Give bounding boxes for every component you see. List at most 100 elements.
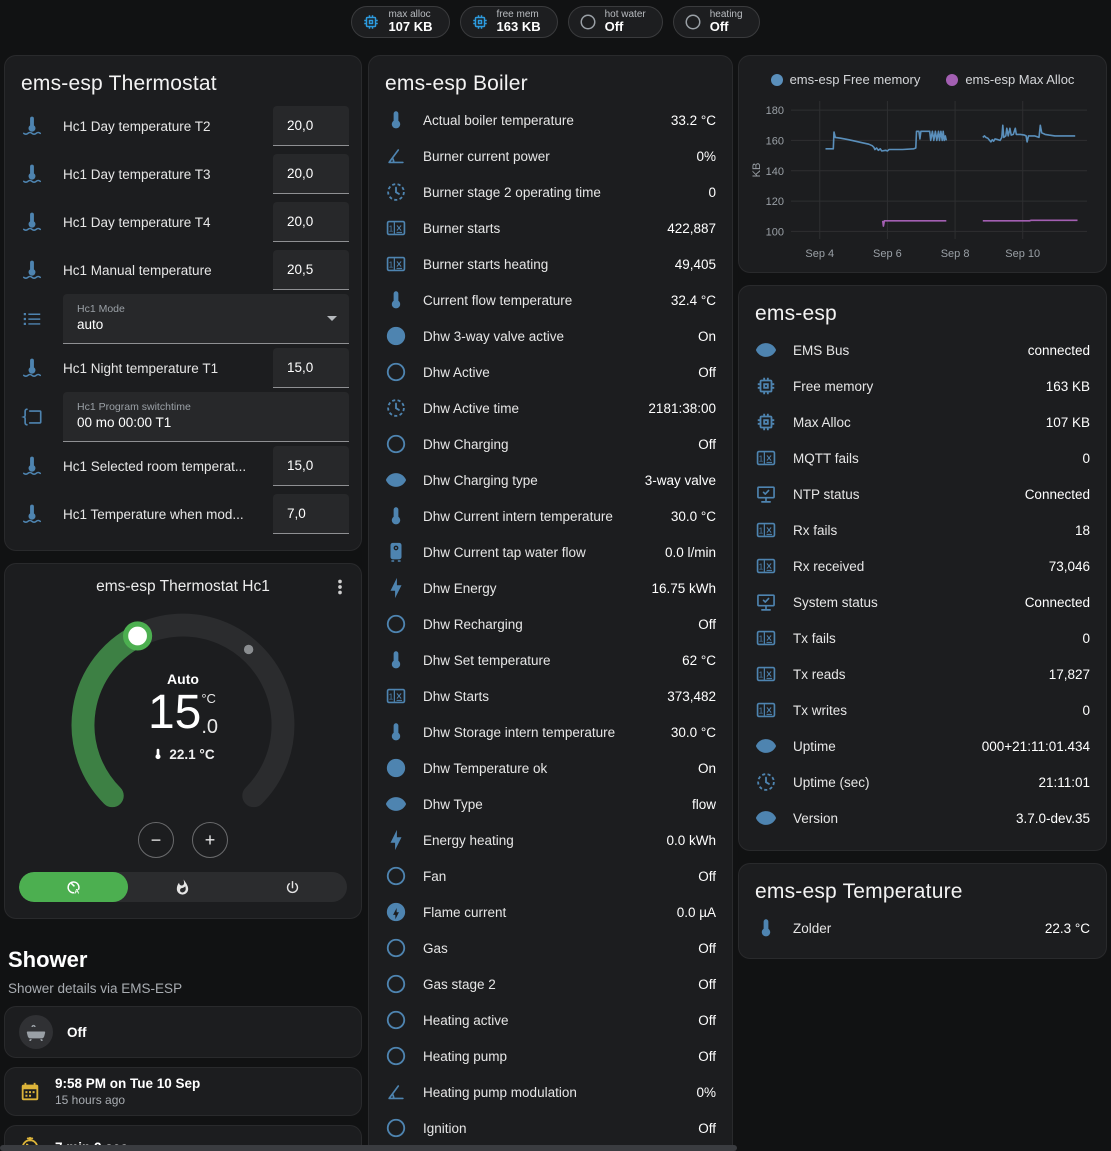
decrease-temp-button[interactable]: −	[138, 822, 174, 858]
memory-chart-card: ems-esp Free memory ems-esp Max Alloc 100…	[738, 55, 1107, 273]
entity-row[interactable]: Hc1 Night temperature T115,0	[5, 344, 361, 392]
number-input[interactable]: 20,0	[273, 106, 349, 146]
badge-max-alloc[interactable]: max alloc107 KB	[351, 6, 449, 38]
shower-state-card[interactable]: Off	[4, 1006, 362, 1058]
entity-label: Burner stage 2 operating time	[423, 185, 700, 200]
entity-row[interactable]: 1MQTT fails0	[739, 440, 1106, 476]
entity-row[interactable]: Dhw Charging type3-way valve	[369, 462, 732, 498]
entity-row[interactable]: Dhw Energy16.75 kWh	[369, 570, 732, 606]
legend-item[interactable]: ems-esp Max Alloc	[946, 72, 1074, 87]
dots-vertical-icon[interactable]	[329, 576, 351, 598]
entity-row[interactable]: Dhw Set temperature62 °C	[369, 642, 732, 678]
target-temp-handle[interactable]	[126, 624, 150, 648]
mode-button-thermostat-auto[interactable]: A	[19, 872, 128, 902]
entity-label: Dhw Active	[423, 365, 690, 380]
entity-row[interactable]: GasOff	[369, 930, 732, 966]
thermostat-dial: Auto 15 °C .0 22.1 °C	[58, 600, 308, 858]
entity-row[interactable]: Hc1 Modeauto	[5, 294, 361, 344]
entity-row[interactable]: Hc1 Selected room temperat...15,0	[5, 442, 361, 490]
angle-acute-icon	[385, 1081, 407, 1103]
card-value: Off	[67, 1025, 87, 1040]
badge-hot-water[interactable]: hot waterOff	[568, 6, 663, 38]
entity-label: Heating pump	[423, 1049, 690, 1064]
thermometer-icon	[385, 289, 407, 311]
scrollbar-track[interactable]	[0, 1145, 737, 1151]
entity-row[interactable]: Hc1 Program switchtime00 mo 00:00 T1	[5, 392, 361, 442]
legend-item[interactable]: ems-esp Free memory	[771, 72, 921, 87]
entity-row[interactable]: Dhw RechargingOff	[369, 606, 732, 642]
entity-row[interactable]: Gas stage 2Off	[369, 966, 732, 1002]
entity-value: 2181:38:00	[648, 401, 716, 416]
badge-heating[interactable]: heatingOff	[673, 6, 760, 38]
entity-value: Off	[698, 365, 716, 380]
entity-label: Hc1 Temperature when mod...	[63, 507, 273, 522]
entity-row[interactable]: Hc1 Temperature when mod...7,0	[5, 490, 361, 538]
entity-row[interactable]: Energy heating0.0 kWh	[369, 822, 732, 858]
entity-row[interactable]: NTP statusConnected	[739, 476, 1106, 512]
field-label: Hc1 Mode	[77, 303, 321, 316]
entity-row[interactable]: Hc1 Day temperature T320,0	[5, 150, 361, 198]
entity-row[interactable]: 1Dhw Starts373,482	[369, 678, 732, 714]
svg-text:Sep 4: Sep 4	[805, 248, 834, 260]
entity-row[interactable]: 1Tx fails0	[739, 620, 1106, 656]
badge-free-mem[interactable]: free mem163 KB	[460, 6, 558, 38]
entity-row[interactable]: 1Burner starts heating49,405	[369, 246, 732, 282]
entity-row[interactable]: Hc1 Day temperature T220,0	[5, 102, 361, 150]
entity-row[interactable]: IgnitionOff	[369, 1110, 732, 1146]
entity-row[interactable]: Hc1 Manual temperature20,5	[5, 246, 361, 294]
entity-label: Free memory	[793, 379, 1038, 394]
number-input[interactable]: 15,0	[273, 348, 349, 388]
entity-row[interactable]: 1Tx reads17,827	[739, 656, 1106, 692]
entity-row[interactable]: Zolder22.3 °C	[739, 910, 1106, 946]
counter-icon: 1	[385, 253, 407, 275]
number-input[interactable]: 20,5	[273, 250, 349, 290]
text-input[interactable]: Hc1 Program switchtime00 mo 00:00 T1	[63, 392, 349, 442]
entity-row[interactable]: Heating pumpOff	[369, 1038, 732, 1074]
entity-row[interactable]: Actual boiler temperature33.2 °C	[369, 102, 732, 138]
entity-row[interactable]: Heating pump modulation0%	[369, 1074, 732, 1110]
entity-row[interactable]: Burner stage 2 operating time0	[369, 174, 732, 210]
entity-row[interactable]: Dhw Temperature okOn	[369, 750, 732, 786]
entity-value: 0	[1082, 703, 1090, 718]
boiler-card-title: ems-esp Boiler	[369, 56, 732, 102]
number-input[interactable]: 7,0	[273, 494, 349, 534]
entity-row[interactable]: Dhw Current tap water flow0.0 l/min	[369, 534, 732, 570]
entity-row[interactable]: Uptime (sec)21:11:01	[739, 764, 1106, 800]
number-input[interactable]: 15,0	[273, 446, 349, 486]
entity-row[interactable]: Dhw Current intern temperature30.0 °C	[369, 498, 732, 534]
entity-row[interactable]: Dhw Active Off	[369, 354, 732, 390]
entity-row[interactable]: Dhw Storage intern temperature30.0 °C	[369, 714, 732, 750]
number-input[interactable]: 20,0	[273, 154, 349, 194]
entity-row[interactable]: Hc1 Day temperature T420,0	[5, 198, 361, 246]
entity-value: Off	[698, 437, 716, 452]
entity-row[interactable]: 1Tx writes0	[739, 692, 1106, 728]
entity-row[interactable]: Dhw 3-way valve activeOn	[369, 318, 732, 354]
entity-row[interactable]: 1Rx fails18	[739, 512, 1106, 548]
svg-text:100: 100	[766, 226, 784, 238]
entity-row[interactable]: 1Burner starts422,887	[369, 210, 732, 246]
entity-row[interactable]: 1Rx received73,046	[739, 548, 1106, 584]
mode-button-power[interactable]	[238, 872, 347, 902]
entity-row[interactable]: FanOff	[369, 858, 732, 894]
entity-row[interactable]: EMS Busconnected	[739, 332, 1106, 368]
legend-dot-icon	[946, 74, 958, 86]
entity-row[interactable]: Flame current0.0 µA	[369, 894, 732, 930]
entity-row[interactable]: Dhw Active time2181:38:00	[369, 390, 732, 426]
entity-row[interactable]: Heating activeOff	[369, 1002, 732, 1038]
entity-row[interactable]: Dhw Typeflow	[369, 786, 732, 822]
entity-row[interactable]: Current flow temperature32.4 °C	[369, 282, 732, 318]
entity-row[interactable]: System statusConnected	[739, 584, 1106, 620]
boiler-rows: Actual boiler temperature33.2 °CBurner c…	[369, 102, 732, 1151]
entity-row[interactable]: Burner current power0%	[369, 138, 732, 174]
number-input[interactable]: 20,0	[273, 202, 349, 242]
entity-row[interactable]: Max Alloc107 KB	[739, 404, 1106, 440]
entity-label: Uptime	[793, 739, 974, 754]
entity-row[interactable]: Dhw ChargingOff	[369, 426, 732, 462]
mode-button-fire[interactable]	[128, 872, 237, 902]
increase-temp-button[interactable]: +	[192, 822, 228, 858]
entity-row[interactable]: Uptime000+21:11:01.434	[739, 728, 1106, 764]
entity-row[interactable]: Free memory163 KB	[739, 368, 1106, 404]
shower-info-card[interactable]: 9:58 PM on Tue 10 Sep15 hours ago	[4, 1067, 362, 1116]
mode-select[interactable]: Hc1 Modeauto	[63, 294, 349, 344]
entity-row[interactable]: Version3.7.0-dev.35	[739, 800, 1106, 836]
